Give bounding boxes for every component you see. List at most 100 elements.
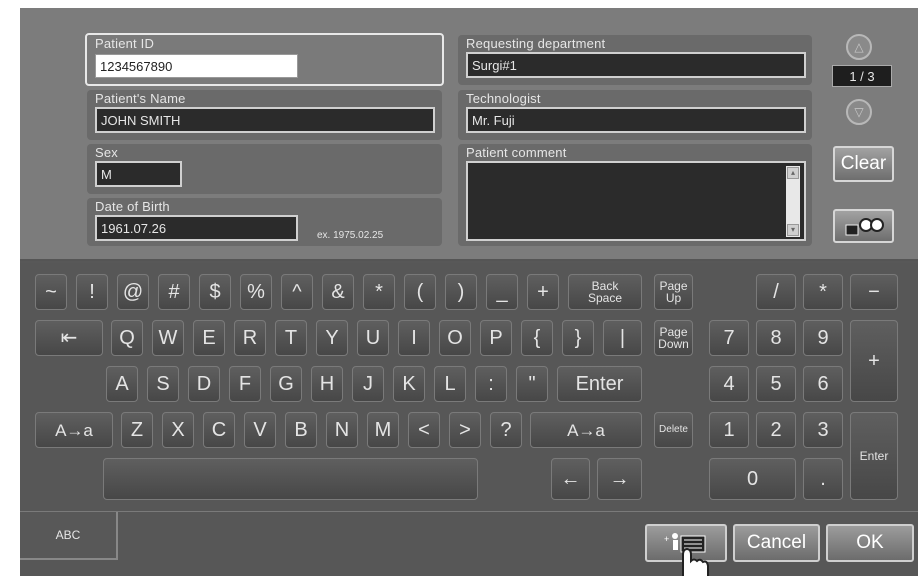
date-of-birth-field[interactable]: Date of Birth ex. 1975.02.25	[87, 198, 442, 246]
key-ampersand[interactable]: &	[322, 274, 354, 310]
scroll-down-arrow-icon[interactable]: ▾	[787, 224, 799, 236]
key-f[interactable]: F	[229, 366, 261, 402]
key-enter[interactable]: Enter	[557, 366, 642, 402]
key-i[interactable]: I	[398, 320, 430, 356]
key-r[interactable]: R	[234, 320, 266, 356]
key-h[interactable]: H	[311, 366, 343, 402]
technologist-field[interactable]: Technologist	[458, 90, 812, 140]
key-percent[interactable]: %	[240, 274, 272, 310]
key-less-than[interactable]: <	[408, 412, 440, 448]
key-underscore[interactable]: _	[486, 274, 518, 310]
key-space[interactable]	[103, 458, 478, 500]
key-a[interactable]: A	[106, 366, 138, 402]
numpad-dot[interactable]: .	[803, 458, 843, 500]
keyboard-mode-tab[interactable]: ABC	[20, 512, 118, 560]
numpad-3[interactable]: 3	[803, 412, 843, 448]
numpad-8[interactable]: 8	[756, 320, 796, 356]
patient-info-dialog: Patient ID Patient's Name Sex Date of Bi…	[20, 8, 918, 576]
key-plus[interactable]: +	[527, 274, 559, 310]
requesting-department-input[interactable]	[466, 52, 806, 78]
key-greater-than[interactable]: >	[449, 412, 481, 448]
key-page-up[interactable]: Page Up	[654, 274, 693, 310]
key-d[interactable]: D	[188, 366, 220, 402]
key-q[interactable]: Q	[111, 320, 143, 356]
numpad-5[interactable]: 5	[756, 366, 796, 402]
key-backspace[interactable]: Back Space	[568, 274, 642, 310]
key-asterisk[interactable]: *	[363, 274, 395, 310]
key-t[interactable]: T	[275, 320, 307, 356]
date-of-birth-input[interactable]	[95, 215, 298, 241]
patient-id-field[interactable]: Patient ID	[85, 33, 444, 86]
key-u[interactable]: U	[357, 320, 389, 356]
numpad-divide[interactable]: /	[756, 274, 796, 310]
key-close-brace[interactable]: }	[562, 320, 594, 356]
key-g[interactable]: G	[270, 366, 302, 402]
key-delete[interactable]: Delete	[654, 412, 693, 448]
search-button[interactable]	[833, 209, 894, 243]
patient-comment-field[interactable]: Patient comment ▴ ▾	[458, 144, 812, 246]
key-question[interactable]: ?	[490, 412, 522, 448]
key-p[interactable]: P	[480, 320, 512, 356]
key-arrow-left[interactable]: ←	[551, 458, 590, 500]
key-y[interactable]: Y	[316, 320, 348, 356]
sex-field[interactable]: Sex	[87, 144, 442, 194]
numpad-9[interactable]: 9	[803, 320, 843, 356]
numpad-enter[interactable]: Enter	[850, 412, 898, 500]
key-m[interactable]: M	[367, 412, 399, 448]
key-tab[interactable]: ⇤	[35, 320, 103, 356]
key-j[interactable]: J	[352, 366, 384, 402]
numpad-7[interactable]: 7	[709, 320, 749, 356]
key-arrow-right[interactable]: →	[597, 458, 642, 500]
key-open-brace[interactable]: {	[521, 320, 553, 356]
key-shift[interactable]: A→a	[35, 412, 113, 448]
clear-button[interactable]: Clear	[833, 146, 894, 182]
key-b[interactable]: B	[285, 412, 317, 448]
key-z[interactable]: Z	[121, 412, 153, 448]
key-caret[interactable]: ^	[281, 274, 313, 310]
comment-scrollbar[interactable]: ▴ ▾	[786, 166, 800, 237]
page-up-button[interactable]: △	[846, 34, 872, 60]
key-hash[interactable]: #	[158, 274, 190, 310]
key-colon[interactable]: :	[475, 366, 507, 402]
key-k[interactable]: K	[393, 366, 425, 402]
numpad-plus[interactable]: +	[850, 320, 898, 402]
key-page-down[interactable]: Page Down	[654, 320, 693, 356]
key-at[interactable]: @	[117, 274, 149, 310]
key-open-paren[interactable]: (	[404, 274, 436, 310]
technologist-input[interactable]	[466, 107, 806, 133]
key-n[interactable]: N	[326, 412, 358, 448]
key-pipe[interactable]: |	[603, 320, 642, 356]
numpad-minus[interactable]: −	[850, 274, 898, 310]
requesting-department-field[interactable]: Requesting department	[458, 35, 812, 85]
key-e[interactable]: E	[193, 320, 225, 356]
key-dollar[interactable]: $	[199, 274, 231, 310]
patient-id-input[interactable]	[95, 54, 298, 78]
numpad-0[interactable]: 0	[709, 458, 796, 500]
key-exclamation[interactable]: !	[76, 274, 108, 310]
scroll-up-arrow-icon[interactable]: ▴	[787, 167, 799, 179]
patient-name-input[interactable]	[95, 107, 435, 133]
numpad-1[interactable]: 1	[709, 412, 749, 448]
key-quote[interactable]: "	[516, 366, 548, 402]
key-tilde[interactable]: ~	[35, 274, 67, 310]
key-w[interactable]: W	[152, 320, 184, 356]
patient-comment-input[interactable]	[466, 161, 806, 241]
numpad-4[interactable]: 4	[709, 366, 749, 402]
key-x[interactable]: X	[162, 412, 194, 448]
key-o[interactable]: O	[439, 320, 471, 356]
sex-input[interactable]	[95, 161, 182, 187]
key-close-paren[interactable]: )	[445, 274, 477, 310]
key-s[interactable]: S	[147, 366, 179, 402]
page-down-button[interactable]: ▽	[846, 99, 872, 125]
cancel-button[interactable]: Cancel	[733, 524, 820, 562]
numpad-multiply[interactable]: *	[803, 274, 843, 310]
patient-name-field[interactable]: Patient's Name	[87, 90, 442, 140]
key-c[interactable]: C	[203, 412, 235, 448]
key-shift-right[interactable]: A→a	[530, 412, 642, 448]
numpad-2[interactable]: 2	[756, 412, 796, 448]
technologist-label: Technologist	[466, 91, 541, 106]
numpad-6[interactable]: 6	[803, 366, 843, 402]
ok-button[interactable]: OK	[826, 524, 914, 562]
key-v[interactable]: V	[244, 412, 276, 448]
key-l[interactable]: L	[434, 366, 466, 402]
